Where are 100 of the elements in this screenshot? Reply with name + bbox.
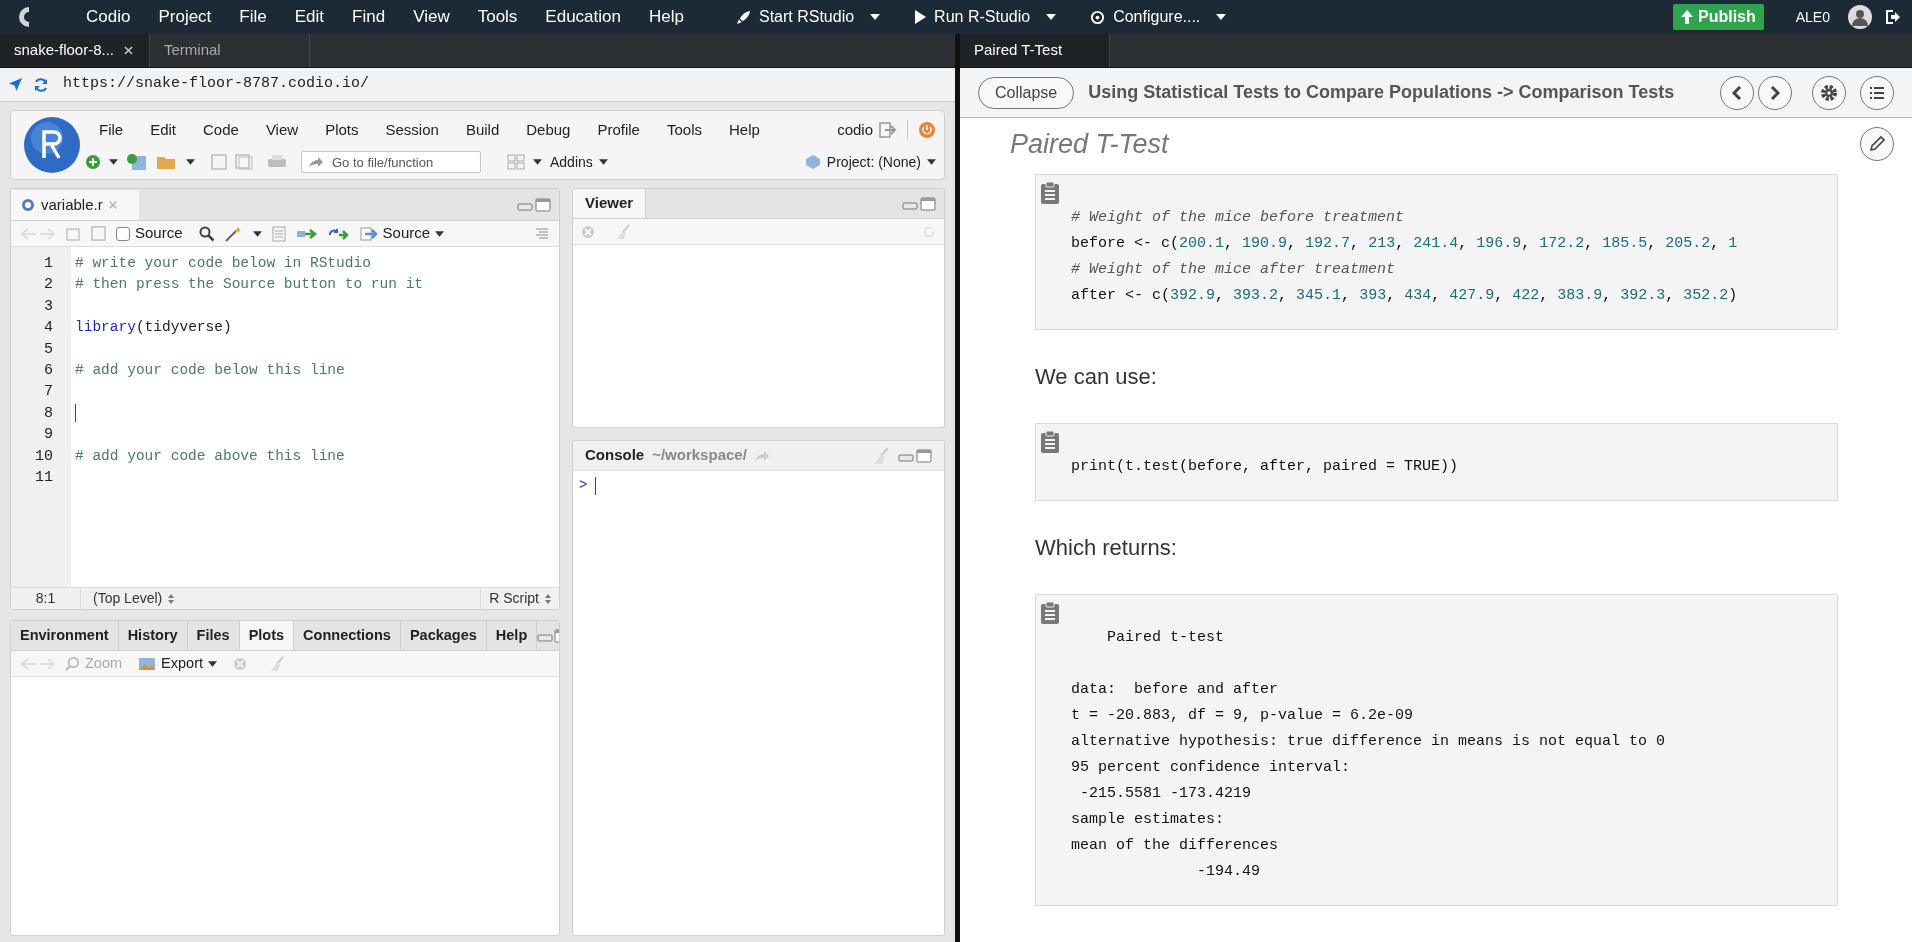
clipboard-icon[interactable] xyxy=(1040,601,1060,625)
caret-icon[interactable] xyxy=(533,159,542,165)
menu-item[interactable]: Code xyxy=(203,118,239,142)
run-icon[interactable] xyxy=(295,226,318,241)
caret-icon[interactable] xyxy=(927,159,936,165)
open-folder-icon[interactable] xyxy=(156,154,178,170)
caret-icon[interactable] xyxy=(186,159,195,165)
menu-item[interactable]: Debug xyxy=(526,118,571,142)
menu-item[interactable]: Profile xyxy=(597,118,640,142)
r-file-icon xyxy=(21,198,35,212)
code-comment: # add your code below this line xyxy=(75,360,345,380)
console-prompt: > xyxy=(579,476,588,495)
magic-wand-icon[interactable] xyxy=(224,225,243,242)
previous-button[interactable] xyxy=(1720,75,1754,110)
menu-item[interactable]: Education xyxy=(531,4,635,30)
search-icon[interactable] xyxy=(198,225,215,242)
paragraph: We can use: xyxy=(1035,363,1158,391)
rerun-icon[interactable] xyxy=(327,226,350,241)
file-tab[interactable]: variable.r xyxy=(11,190,139,220)
settings-button[interactable] xyxy=(1812,75,1846,110)
menu-item[interactable]: View xyxy=(399,4,464,30)
scope-selector[interactable]: (Top Level) xyxy=(81,588,187,609)
menu-item[interactable]: Plots xyxy=(325,118,359,142)
source-button[interactable]: Source xyxy=(359,222,445,245)
menu-item[interactable]: Codio xyxy=(72,4,145,30)
menu-item[interactable]: Tools xyxy=(463,4,532,30)
goto-field[interactable]: Go to file/function xyxy=(301,151,481,173)
toolbar-action-button[interactable]: Configure.... xyxy=(1090,5,1201,29)
console-title: Console xyxy=(585,445,645,466)
refresh-icon[interactable] xyxy=(33,76,49,93)
menu-item[interactable]: Help xyxy=(635,4,698,30)
pane-tab[interactable]: Viewer xyxy=(573,189,647,218)
file-type-selector[interactable]: R Script xyxy=(480,588,559,609)
line-number: 8 xyxy=(44,403,53,424)
toolbar-action-button[interactable]: Start RStudio xyxy=(735,5,855,29)
caret-icon[interactable] xyxy=(1046,14,1057,20)
menu-item[interactable]: Build xyxy=(465,118,500,142)
menu-item[interactable]: Tools xyxy=(666,118,702,142)
up-arrow-icon xyxy=(1680,10,1693,24)
grid-icon[interactable] xyxy=(507,154,525,170)
page-title: Paired T-Test xyxy=(1010,127,1169,161)
arrow-icon xyxy=(309,156,323,168)
close-icon[interactable] xyxy=(124,46,134,55)
maximize-icon[interactable] xyxy=(916,448,932,463)
sign-out-icon[interactable] xyxy=(879,122,897,138)
collapse-button[interactable]: Collapse xyxy=(978,76,1075,109)
updown-icon xyxy=(545,593,551,604)
menu-item[interactable]: Find xyxy=(338,4,400,30)
new-file-icon[interactable] xyxy=(85,154,101,170)
caret-icon[interactable] xyxy=(252,230,262,237)
source-on-save-checkbox[interactable]: Source xyxy=(116,222,183,245)
next-button[interactable] xyxy=(1758,75,1792,110)
align-icon[interactable] xyxy=(535,227,549,240)
contents-button[interactable] xyxy=(1860,75,1894,110)
tab[interactable]: Paired T-Test xyxy=(960,34,1110,67)
caret-icon[interactable] xyxy=(870,14,881,20)
tab[interactable]: snake-floor-8... xyxy=(0,34,150,67)
caret-icon[interactable] xyxy=(598,159,608,165)
caret-icon[interactable] xyxy=(435,230,445,237)
avatar-icon[interactable] xyxy=(1848,5,1872,29)
settings-icon xyxy=(1820,83,1838,102)
menu-item[interactable]: View xyxy=(265,118,299,142)
export-button[interactable]: Export xyxy=(138,652,217,675)
cube-icon xyxy=(804,154,821,170)
menu-item[interactable]: File xyxy=(225,4,281,30)
maximize-icon[interactable] xyxy=(535,197,551,212)
line-number: 11 xyxy=(35,467,53,488)
line-number: 7 xyxy=(44,382,53,403)
edit-button[interactable] xyxy=(1860,127,1894,161)
addins-button[interactable]: Addins xyxy=(550,151,608,173)
menu-item[interactable]: Session xyxy=(385,118,439,142)
r-logo-icon[interactable] xyxy=(23,116,81,174)
power-icon[interactable] xyxy=(918,121,936,139)
new-project-icon[interactable] xyxy=(126,153,148,171)
project-button[interactable]: Project: (None) xyxy=(804,151,936,173)
caret-icon[interactable] xyxy=(1216,14,1227,20)
maximize-icon[interactable] xyxy=(920,196,936,211)
caret-icon[interactable] xyxy=(109,159,118,165)
menu-item[interactable]: Edit xyxy=(150,118,177,142)
toolbar-action-button[interactable]: Run R-Studio xyxy=(914,5,1031,29)
pane-tab[interactable]: Plots xyxy=(239,621,295,650)
navigate-icon[interactable] xyxy=(8,77,23,92)
print-icon[interactable] xyxy=(267,154,287,170)
menu-item[interactable]: Help xyxy=(729,118,760,142)
line-number: 10 xyxy=(35,446,53,467)
code-comment: # then press the Source button to run it xyxy=(75,275,424,295)
clipboard-icon[interactable] xyxy=(1040,430,1060,454)
menu-item[interactable]: Edit xyxy=(280,4,339,30)
caret-icon[interactable] xyxy=(208,660,217,667)
code-line: data: before and after xyxy=(1071,680,1280,700)
cursor-position: 8:1 xyxy=(11,588,81,609)
line-number: 3 xyxy=(44,296,53,317)
logout-icon[interactable] xyxy=(1884,8,1902,26)
user-name[interactable]: ALE0 xyxy=(1795,6,1830,28)
working-directory: ~/workspace/ xyxy=(652,445,747,466)
menu-item[interactable]: Project xyxy=(144,4,226,30)
menu-item[interactable]: File xyxy=(99,118,124,142)
line-number: 2 xyxy=(44,275,53,296)
clipboard-icon[interactable] xyxy=(1040,181,1060,205)
line-number: 1 xyxy=(44,254,53,274)
